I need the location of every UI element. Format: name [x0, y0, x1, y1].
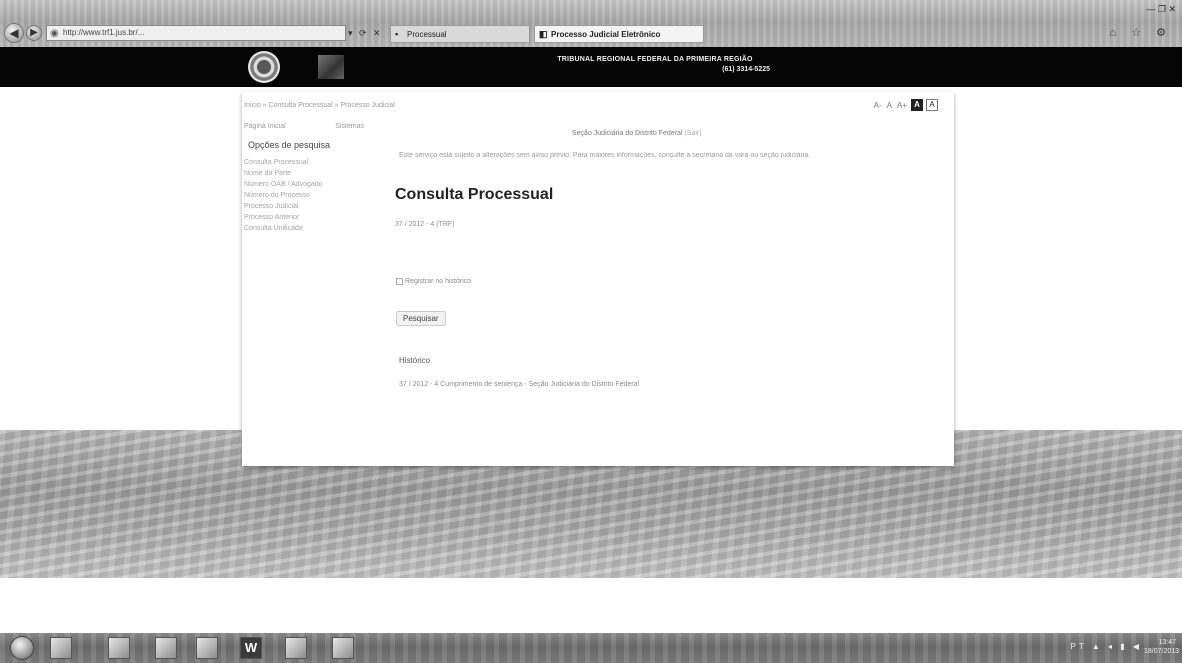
window-controls[interactable]: — ❐ ✕ — [1146, 4, 1176, 15]
tab-label: Processual — [407, 30, 447, 39]
page-title: Consulta Processual — [395, 186, 554, 203]
normal-contrast-button[interactable]: A — [926, 99, 938, 111]
font-decrease-button[interactable]: A- — [873, 101, 883, 110]
browser-toolbar: ◀ ▶ ◉ http://www.trf1.jus.br/... ▾ ⟳ ✕ ▪… — [0, 0, 1182, 47]
process-number: 37 / 2012 - 4 (TRF) — [395, 221, 455, 228]
tab-page-icon: ◧ — [539, 29, 548, 39]
register-history-option[interactable]: Registrar no histórico — [396, 278, 471, 285]
sidebar-item-nome-parte[interactable]: Nome da Parte — [244, 168, 384, 179]
address-controls[interactable]: ▾ ⟳ ✕ — [348, 25, 386, 41]
clock-time: 13:47 — [1158, 639, 1176, 646]
tab-label: Processo Judicial Eletrônico — [551, 30, 661, 39]
sidebar-heading: Opções de pesquisa — [248, 140, 331, 150]
browser-tab-processual[interactable]: ▪ Processual — [390, 25, 530, 43]
ie-icon[interactable] — [108, 637, 130, 659]
clock-date: 18/07/2013 — [1144, 648, 1180, 655]
back-button[interactable]: ◀ — [4, 23, 24, 43]
word-icon[interactable]: W — [240, 637, 262, 659]
sidebar-item-oab[interactable]: Número OAB / Advogado — [244, 179, 384, 190]
app-icon[interactable] — [285, 637, 307, 659]
register-history-label: Registrar no histórico — [405, 278, 472, 285]
search-button[interactable]: Pesquisar — [396, 311, 446, 326]
sidebar-link-systems[interactable]: Sistemas — [335, 123, 364, 130]
sidebar-item-processo-judicial[interactable]: Processo Judicial — [244, 201, 384, 212]
font-size-controls: A- A A+ A A — [873, 98, 938, 112]
media-icon[interactable] — [155, 637, 177, 659]
session-text: Seção Judiciária do Distrito Federal — [572, 130, 683, 137]
notice-text: Este serviço está sujeito a alterações s… — [399, 152, 811, 159]
forward-button[interactable]: ▶ — [26, 25, 42, 41]
court-name: TRIBUNAL REGIONAL FEDERAL DA PRIMEIRA RE… — [557, 56, 753, 63]
content-card: Início » Consulta Processual » Processo … — [242, 92, 954, 466]
address-text: http://www.trf1.jus.br/... — [63, 28, 145, 37]
history-item-link[interactable]: 37 / 2012 - 4 Cumprimento de sentença - … — [399, 381, 639, 388]
logout-link[interactable]: (Sair) — [684, 130, 701, 137]
browser-tab-pje[interactable]: ◧ Processo Judicial Eletrônico — [534, 25, 704, 43]
court-phone: (61) 3314-5225 — [722, 66, 770, 73]
font-increase-button[interactable]: A+ — [896, 101, 908, 110]
folder-icon[interactable] — [196, 637, 218, 659]
history-heading: Histórico — [399, 356, 431, 365]
system-tray[interactable]: PT ▲ ◂ ▮ ◀ — [1071, 642, 1142, 651]
tab-page-icon: ▪ — [395, 29, 399, 39]
font-normal-button[interactable]: A — [886, 101, 893, 110]
address-bar[interactable]: ◉ http://www.trf1.jus.br/... — [46, 25, 346, 41]
site-header: TRIBUNAL REGIONAL FEDERAL DA PRIMEIRA RE… — [0, 47, 1182, 87]
taskbar: W PT ▲ ◂ ▮ ◀ 13:47 18/07/2013 — [0, 633, 1182, 663]
explorer-icon[interactable] — [50, 637, 72, 659]
breadcrumb[interactable]: Início » Consulta Processual » Processo … — [244, 102, 544, 109]
sidebar-item-consulta[interactable]: Consulta Processual — [244, 157, 384, 168]
clock[interactable]: 13:47 18/07/2013 — [1144, 638, 1180, 656]
sidebar-top-links: Página Inicial Sistemas — [244, 123, 364, 130]
sidebar-item-unificada[interactable]: Consulta Unificada — [244, 223, 384, 234]
court-logo-icon[interactable] — [248, 51, 280, 83]
high-contrast-button[interactable]: A — [911, 99, 923, 111]
flag-icon — [318, 55, 344, 79]
sidebar-item-numero[interactable]: Número do Processo — [244, 190, 384, 201]
taskbar-texture — [0, 633, 1182, 663]
sidebar-link-home[interactable]: Página Inicial — [244, 123, 286, 130]
browser-toolbar-icons[interactable]: ⌂ ☆ ⚙ — [1110, 26, 1172, 39]
start-button[interactable] — [10, 636, 34, 660]
app-icon-2[interactable] — [332, 637, 354, 659]
sidebar-item-processo-anterior[interactable]: Processo Anterior — [244, 212, 384, 223]
session-info: Seção Judiciária do Distrito Federal (Sa… — [572, 130, 872, 137]
register-history-checkbox[interactable] — [396, 278, 403, 285]
sidebar: Página Inicial Sistemas Opções de pesqui… — [244, 123, 384, 234]
ie-page-icon: ◉ — [50, 28, 59, 39]
